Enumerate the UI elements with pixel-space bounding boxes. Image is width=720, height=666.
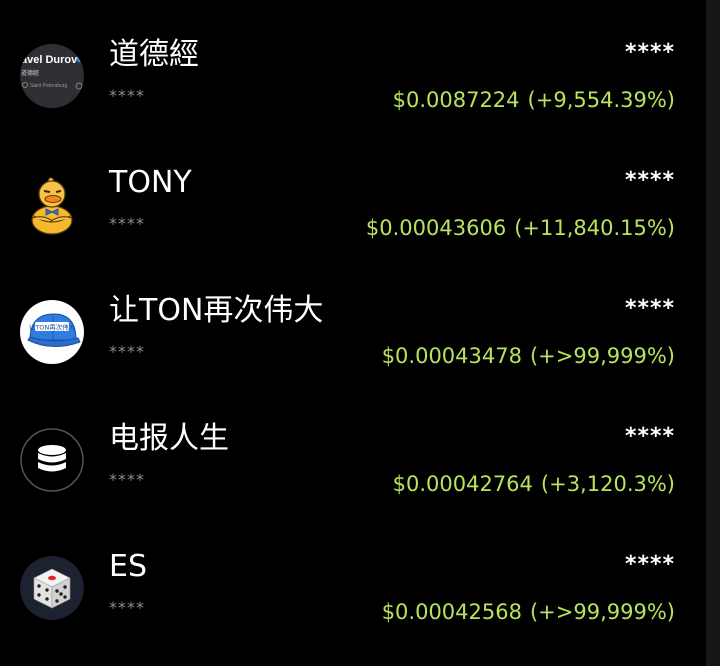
token-balance-masked: **** — [109, 86, 145, 105]
token-price: $0.00043478 — [381, 344, 522, 368]
token-price-line: $0.0087224 (+9,554.39%) — [393, 86, 675, 114]
token-row-make-ton-great-again[interactable]: 让TON再次伟大 让TON再次伟大 **** **** $0.00043478 (… — [0, 256, 706, 384]
token-balance-masked: **** — [109, 214, 145, 233]
token-balance-masked: **** — [109, 470, 145, 489]
token-value-masked: **** — [624, 296, 675, 321]
avatar-profile-name: avel Durov — [21, 54, 78, 66]
token-row-tony[interactable]: TONY **** **** $0.00043606 (+11,840.15%) — [0, 128, 706, 256]
duck-mascot-icon — [20, 172, 84, 236]
token-price-change: (+11,840.15%) — [514, 216, 675, 240]
token-price-line: $0.00042764 (+3,120.3%) — [393, 470, 675, 498]
token-price-line: $0.00042568 (+>99,999%) — [382, 598, 675, 626]
profile-screenshot-icon: avel Durov 道德經 Saint Petersburg — [20, 44, 84, 108]
dice-icon — [20, 556, 84, 620]
token-price-line: $0.00043478 (+>99,999%) — [382, 342, 675, 370]
cap-text: 让TON再次伟大 — [29, 323, 76, 332]
token-price-line: $0.00043606 (+11,840.15%) — [366, 214, 675, 242]
scroll-edge — [706, 0, 720, 666]
token-price: $0.0087224 — [392, 88, 520, 112]
token-row-telegram-life[interactable]: 电报人生 **** **** $0.00042764 (+3,120.3%) — [0, 384, 706, 512]
token-price-change: (+9,554.39%) — [527, 88, 675, 112]
token-value-masked: **** — [624, 168, 675, 193]
blue-cap-icon: 让TON再次伟大 — [20, 300, 84, 364]
token-name: TONY — [109, 165, 192, 200]
coin-stack-icon — [20, 428, 84, 492]
token-value-masked: **** — [624, 424, 675, 449]
token-name: 让TON再次伟大 — [109, 293, 324, 328]
token-price-change: (+>99,999%) — [529, 344, 675, 368]
token-value-masked: **** — [624, 552, 675, 577]
token-price-change: (+>99,999%) — [529, 600, 675, 624]
token-price: $0.00042568 — [381, 600, 522, 624]
token-name: 道德經 — [109, 37, 199, 72]
avatar-location: Saint Petersburg — [30, 83, 67, 89]
token-name: ES — [109, 549, 147, 584]
token-price-change: (+3,120.3%) — [540, 472, 675, 496]
token-price: $0.00042764 — [392, 472, 533, 496]
token-list: avel Durov 道德經 Saint Petersburg 道德經 ****… — [0, 0, 706, 640]
token-price: $0.00043606 — [365, 216, 507, 240]
token-balance-masked: **** — [109, 598, 145, 617]
token-balance-masked: **** — [109, 342, 145, 361]
token-name: 电报人生 — [109, 421, 229, 456]
token-value-masked: **** — [624, 40, 675, 65]
token-row-daodejing[interactable]: avel Durov 道德經 Saint Petersburg 道德經 ****… — [0, 0, 706, 128]
token-row-es[interactable]: ES **** **** $0.00042568 (+>99,999%) — [0, 512, 706, 640]
avatar-sub-label: 道德經 — [21, 69, 39, 77]
